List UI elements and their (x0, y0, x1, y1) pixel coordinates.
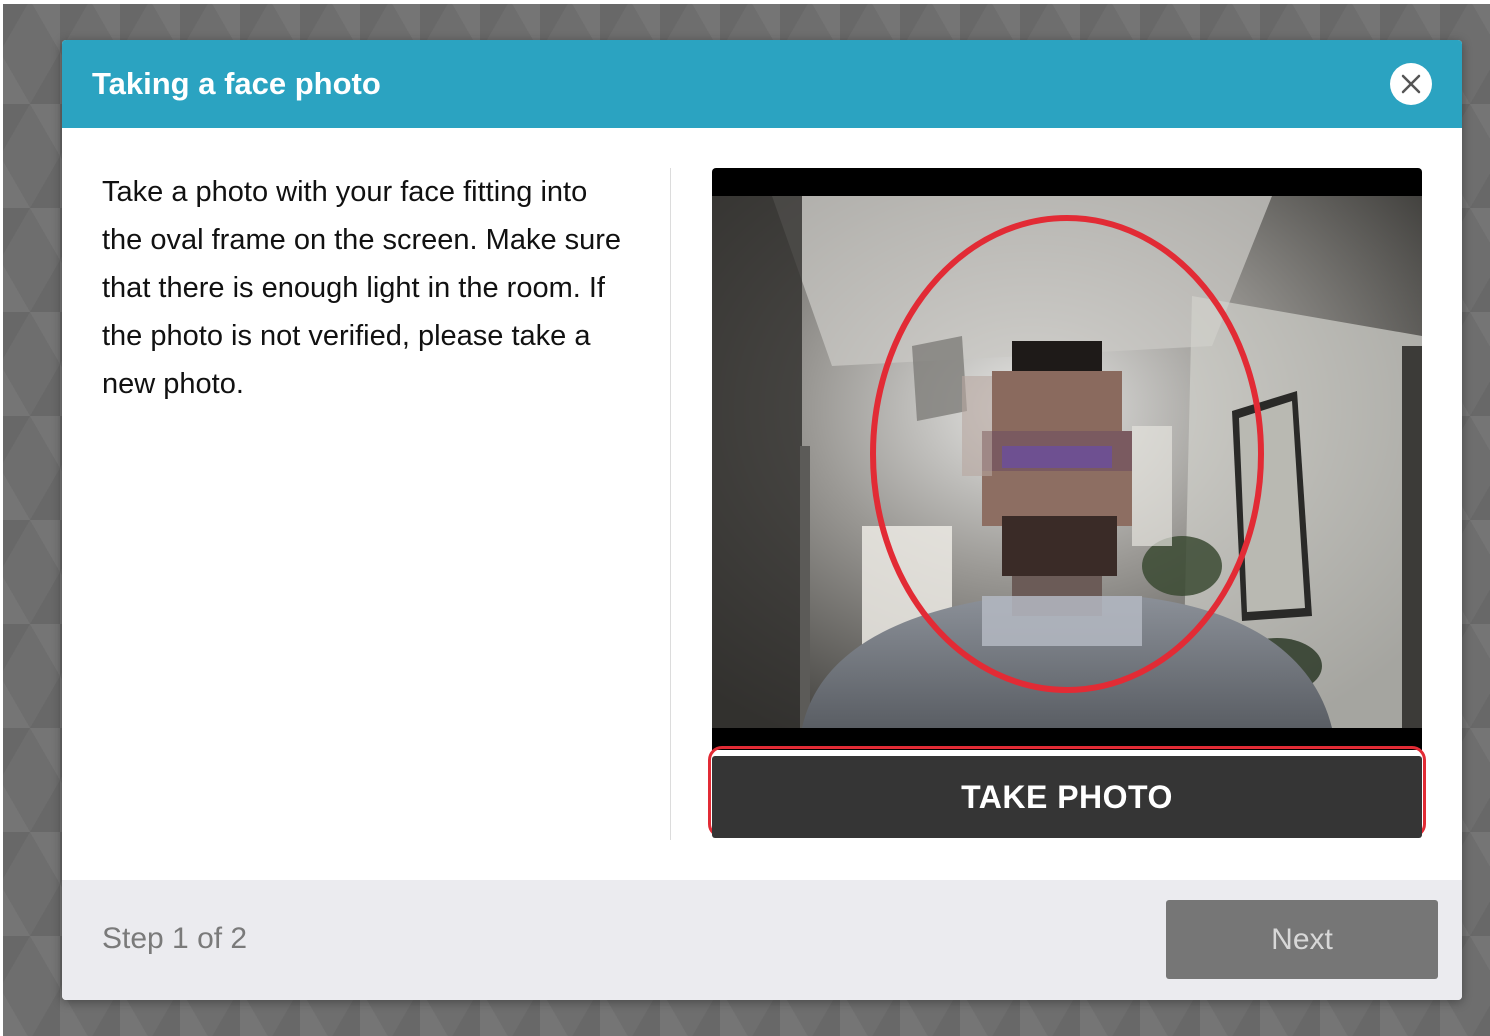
take-photo-button[interactable]: TAKE PHOTO (712, 756, 1422, 838)
instructions-text: Take a photo with your face fitting into… (102, 176, 622, 400)
dialog-title: Taking a face photo (92, 66, 381, 101)
close-button[interactable] (1390, 63, 1432, 105)
dialog-header: Taking a face photo (62, 40, 1462, 128)
camera-preview (712, 168, 1422, 750)
window-left-edge (0, 0, 3, 1036)
camera-feed-image (712, 196, 1422, 728)
next-button[interactable]: Next (1166, 900, 1438, 979)
step-indicator: Step 1 of 2 (102, 922, 248, 955)
close-icon (1401, 74, 1421, 94)
face-photo-dialog: Taking a face photo Take a photo with yo… (62, 40, 1462, 1000)
column-divider (670, 168, 671, 840)
dialog-footer: Step 1 of 2 Next (62, 880, 1462, 1000)
window-top-edge (0, 0, 1490, 4)
